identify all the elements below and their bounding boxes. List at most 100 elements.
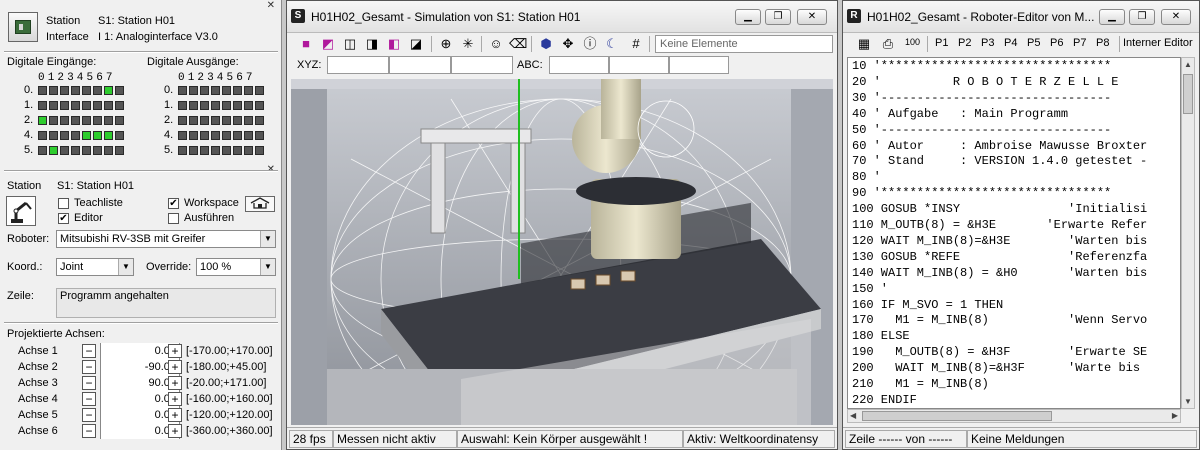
input-bit[interactable] — [104, 146, 113, 155]
input-bit[interactable] — [82, 146, 91, 155]
scroll-up-icon[interactable]: ▲ — [1184, 60, 1192, 69]
editor-settings-icon[interactable]: ▦ — [855, 36, 873, 52]
input-bit[interactable] — [49, 146, 58, 155]
axis-decrement-button[interactable]: − — [82, 408, 96, 422]
eraser-icon[interactable]: ⌫ — [509, 36, 527, 52]
cube-iso-icon[interactable]: ◪ — [407, 36, 425, 52]
input-bit[interactable] — [115, 131, 124, 140]
scroll-thumb[interactable] — [862, 411, 1052, 421]
input-bit[interactable] — [71, 116, 80, 125]
vertical-scrollbar[interactable]: ▲ ▼ — [1181, 57, 1195, 409]
input-bit[interactable] — [93, 101, 102, 110]
input-bit[interactable] — [49, 86, 58, 95]
output-bit[interactable] — [255, 131, 264, 140]
output-bit[interactable] — [178, 101, 187, 110]
input-bit[interactable] — [38, 146, 47, 155]
output-bit[interactable] — [211, 86, 220, 95]
input-bit[interactable] — [93, 131, 102, 140]
output-bit[interactable] — [178, 131, 187, 140]
input-bit[interactable] — [49, 131, 58, 140]
input-bit[interactable] — [38, 86, 47, 95]
axis-increment-button[interactable]: + — [168, 344, 182, 358]
maximize-button[interactable]: ❐ — [765, 9, 791, 25]
print-icon[interactable]: ⎙ — [879, 36, 897, 52]
output-bit[interactable] — [233, 116, 242, 125]
output-bit[interactable] — [233, 146, 242, 155]
input-bit[interactable] — [104, 131, 113, 140]
program-tab[interactable]: P6 — [1050, 37, 1063, 49]
output-bit[interactable] — [211, 101, 220, 110]
x-field[interactable] — [327, 56, 389, 74]
output-bit[interactable] — [200, 116, 209, 125]
input-bit[interactable] — [60, 146, 69, 155]
input-bit[interactable] — [115, 116, 124, 125]
input-bit[interactable] — [104, 86, 113, 95]
output-bit[interactable] — [200, 131, 209, 140]
output-bit[interactable] — [222, 116, 231, 125]
input-bit[interactable] — [38, 101, 47, 110]
grid-icon[interactable]: # — [627, 36, 645, 52]
koord-select[interactable]: Joint ▼ — [56, 258, 134, 276]
c-field[interactable] — [669, 56, 729, 74]
output-bit[interactable] — [222, 146, 231, 155]
output-bit[interactable] — [178, 116, 187, 125]
output-bit[interactable] — [189, 116, 198, 125]
smiley-icon[interactable]: ☺ — [487, 36, 505, 52]
scroll-thumb[interactable] — [1183, 74, 1193, 114]
output-bit[interactable] — [222, 131, 231, 140]
move-icon[interactable]: ✥ — [559, 36, 577, 52]
program-tab[interactable]: P4 — [1004, 37, 1017, 49]
input-bit[interactable] — [104, 116, 113, 125]
output-bit[interactable] — [244, 131, 253, 140]
program-tab[interactable]: P5 — [1027, 37, 1040, 49]
input-bit[interactable] — [60, 101, 69, 110]
solid-cube-icon[interactable]: ⬢ — [537, 36, 555, 52]
output-bit[interactable] — [211, 116, 220, 125]
output-bit[interactable] — [189, 101, 198, 110]
3d-viewport[interactable] — [291, 79, 833, 425]
input-bit[interactable] — [115, 86, 124, 95]
output-bit[interactable] — [255, 146, 264, 155]
output-bit[interactable] — [244, 146, 253, 155]
scroll-down-icon[interactable]: ▼ — [1184, 397, 1192, 406]
robot-select[interactable]: Mitsubishi RV-3SB mit Greifer ▼ — [56, 230, 276, 248]
axis-decrement-button[interactable]: − — [82, 376, 96, 390]
axis-increment-button[interactable]: + — [168, 408, 182, 422]
output-bit[interactable] — [222, 86, 231, 95]
input-bit[interactable] — [115, 146, 124, 155]
workspace-checkbox[interactable]: ✔ — [168, 198, 179, 209]
program-tab[interactable]: P1 — [935, 37, 948, 49]
output-bit[interactable] — [200, 146, 209, 155]
input-bit[interactable] — [38, 116, 47, 125]
input-bit[interactable] — [71, 86, 80, 95]
sim-titlebar[interactable]: S H01H02_Gesamt - Simulation von S1: Sta… — [287, 1, 837, 33]
input-bit[interactable] — [93, 116, 102, 125]
axis-increment-button[interactable]: + — [168, 376, 182, 390]
zoom-button[interactable]: 100 — [905, 37, 920, 47]
input-bit[interactable] — [49, 101, 58, 110]
maximize-button[interactable]: ❐ — [1129, 9, 1155, 25]
output-bit[interactable] — [178, 146, 187, 155]
input-bit[interactable] — [104, 101, 113, 110]
output-bit[interactable] — [200, 86, 209, 95]
minimize-button[interactable]: ▁ — [735, 9, 761, 25]
output-bit[interactable] — [200, 101, 209, 110]
program-tab[interactable]: P8 — [1096, 37, 1109, 49]
teachliste-checkbox[interactable] — [58, 198, 69, 209]
input-bit[interactable] — [38, 131, 47, 140]
editor-checkbox[interactable]: ✔ — [58, 213, 69, 224]
input-bit[interactable] — [82, 86, 91, 95]
input-bit[interactable] — [60, 131, 69, 140]
z-field[interactable] — [451, 56, 513, 74]
robot-arm-icon[interactable] — [6, 196, 36, 226]
y-field[interactable] — [389, 56, 451, 74]
input-bit[interactable] — [60, 116, 69, 125]
output-bit[interactable] — [255, 86, 264, 95]
input-bit[interactable] — [71, 146, 80, 155]
axis-decrement-button[interactable]: − — [82, 360, 96, 374]
cube-back-icon[interactable]: ◩ — [319, 36, 337, 52]
program-tab[interactable]: P2 — [958, 37, 971, 49]
input-bit[interactable] — [115, 101, 124, 110]
input-bit[interactable] — [82, 101, 91, 110]
selection-field[interactable]: Keine Elemente — [655, 35, 833, 53]
